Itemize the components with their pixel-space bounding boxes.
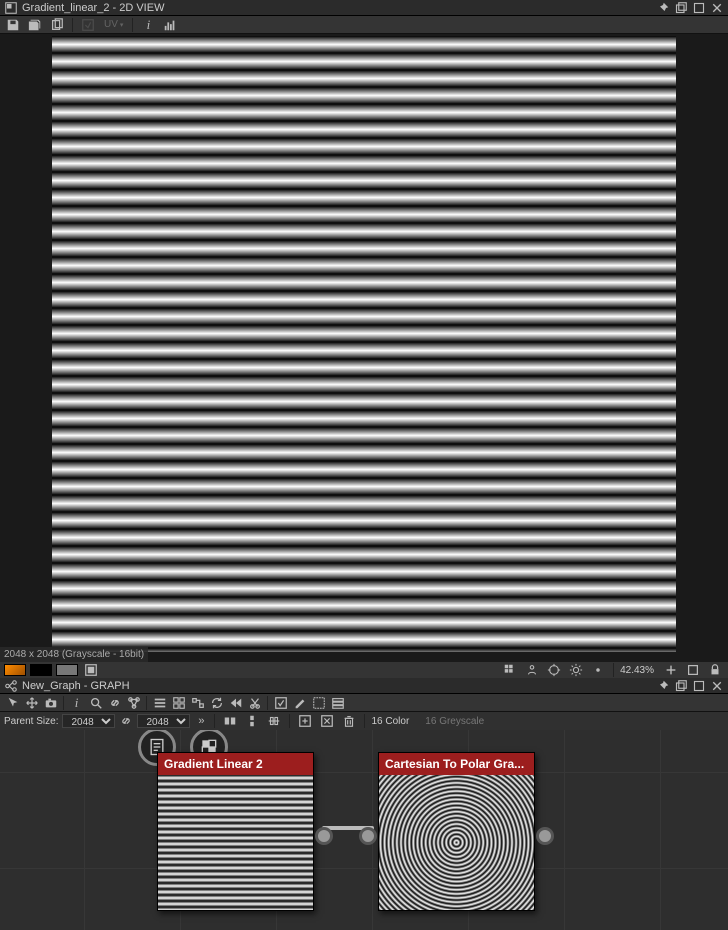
colormode-grey[interactable]: 16 Greyscale (425, 716, 484, 727)
view2d-canvas-area[interactable]: 2048 x 2048 (Grayscale - 16bit) (0, 34, 728, 662)
parent-size-label: Parent Size: (4, 716, 58, 727)
zoom-value: 42.43% (620, 665, 654, 676)
material-swatch[interactable] (4, 664, 26, 676)
node-tool-icon[interactable] (125, 695, 142, 711)
material-preview-icon[interactable] (523, 662, 541, 678)
refresh-icon[interactable] (208, 695, 225, 711)
output-port[interactable] (536, 827, 554, 845)
canvas-preview (52, 36, 676, 652)
popout-icon[interactable] (674, 679, 688, 693)
rewind-icon[interactable] (227, 695, 244, 711)
graph-toolbar: i (0, 694, 728, 712)
select-tool-icon[interactable] (4, 695, 21, 711)
expand-arrow-icon[interactable]: » (194, 713, 208, 729)
view2d-status: 2048 x 2048 (Grayscale - 16bit) (0, 647, 148, 662)
maximize-icon[interactable] (692, 679, 706, 693)
layout1-icon[interactable] (151, 695, 168, 711)
frame-tool-icon[interactable] (272, 695, 289, 711)
node-title: Gradient Linear 2 (158, 753, 313, 775)
align2-icon[interactable] (243, 713, 261, 729)
dot-icon[interactable] (589, 662, 607, 678)
gradient-linear-preview (52, 36, 676, 652)
save-button[interactable] (4, 17, 22, 33)
graph-canvas[interactable]: Gradient Linear 2 Cartesian To Polar Gra… (0, 730, 728, 930)
remove-icon[interactable] (318, 713, 336, 729)
graph-title: New_Graph - GRAPH (22, 680, 130, 692)
maximize-icon[interactable] (692, 1, 706, 15)
histogram-button[interactable] (161, 17, 179, 33)
rect-select-icon[interactable] (310, 695, 327, 711)
parent-width-select[interactable]: 2048 (62, 714, 115, 728)
copy-button[interactable] (48, 17, 66, 33)
flow-icon[interactable] (189, 695, 206, 711)
node-preview (158, 775, 313, 910)
search-icon[interactable] (87, 695, 104, 711)
graph-header: New_Graph - GRAPH (0, 678, 728, 694)
node-gradient-linear-2[interactable]: Gradient Linear 2 (157, 752, 314, 911)
align3-icon[interactable] (265, 713, 283, 729)
paint-icon[interactable] (291, 695, 308, 711)
input-port[interactable] (359, 827, 377, 845)
fit-view-icon[interactable] (82, 662, 100, 678)
popout-icon[interactable] (674, 1, 688, 15)
target-icon[interactable] (545, 662, 563, 678)
view2d-title: Gradient_linear_2 - 2D VIEW (22, 2, 164, 14)
node-preview (379, 775, 534, 910)
link-tool-icon[interactable] (106, 695, 123, 711)
uv-button: UV▾ (101, 17, 126, 33)
lock-icon[interactable] (706, 662, 724, 678)
panel-icon (4, 1, 18, 15)
align1-icon[interactable] (221, 713, 239, 729)
light-icon[interactable] (567, 662, 585, 678)
close-icon[interactable] (710, 1, 724, 15)
graph-param-bar: Parent Size: 2048 2048 » 16 Color 16 Gre… (0, 712, 728, 730)
black-swatch[interactable] (30, 664, 52, 676)
cut-icon[interactable] (246, 695, 263, 711)
parent-height-select[interactable]: 2048 (137, 714, 190, 728)
grid-icon[interactable] (501, 662, 519, 678)
output-port[interactable] (315, 827, 333, 845)
info-button[interactable]: i (139, 17, 157, 33)
gray-swatch[interactable] (56, 664, 78, 676)
zoom-fit-icon[interactable] (684, 662, 702, 678)
pin-icon[interactable] (656, 1, 670, 15)
node-title: Cartesian To Polar Gra... (379, 753, 534, 775)
link-dimensions-icon[interactable] (119, 713, 133, 729)
node-cartesian-to-polar[interactable]: Cartesian To Polar Gra... (378, 752, 535, 911)
trash-icon[interactable] (340, 713, 358, 729)
view2d-header: Gradient_linear_2 - 2D VIEW (0, 0, 728, 16)
layout2-icon[interactable] (170, 695, 187, 711)
info-tool-icon[interactable]: i (68, 695, 85, 711)
view2d-toolbar: UV▾ i (0, 16, 728, 34)
move-tool-icon[interactable] (23, 695, 40, 711)
close-icon[interactable] (710, 679, 724, 693)
frame-button (79, 17, 97, 33)
view2d-bottom-bar: 42.43% (0, 662, 728, 678)
save-all-button[interactable] (26, 17, 44, 33)
pin-icon[interactable] (656, 679, 670, 693)
add-icon[interactable] (296, 713, 314, 729)
colormode-color[interactable]: 16 Color (371, 716, 409, 727)
panel-icon (4, 679, 18, 693)
layers-icon[interactable] (329, 695, 346, 711)
camera-icon[interactable] (42, 695, 59, 711)
zoom-in-icon[interactable] (662, 662, 680, 678)
